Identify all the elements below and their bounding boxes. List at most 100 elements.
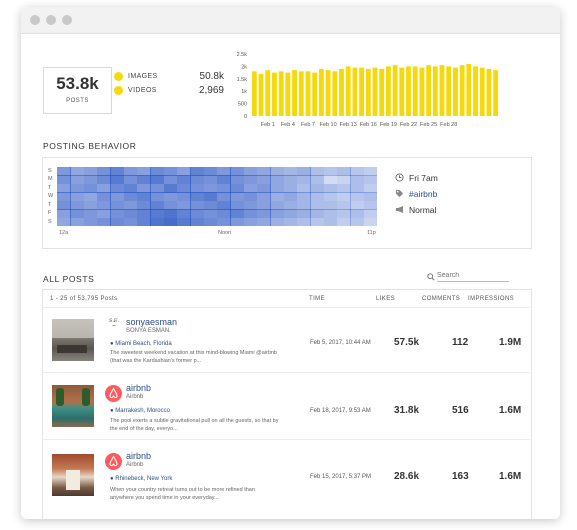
- bar[interactable]: [359, 67, 365, 116]
- heatmap-cell[interactable]: [257, 217, 271, 227]
- heatmap-cell[interactable]: [217, 217, 231, 227]
- post-username[interactable]: sonyaesman: [126, 317, 177, 327]
- bar[interactable]: [339, 68, 344, 116]
- heatmap-cell[interactable]: [337, 217, 351, 227]
- bar[interactable]: [385, 66, 391, 116]
- heatmap-cell[interactable]: [57, 217, 71, 227]
- bar[interactable]: [278, 71, 284, 116]
- heatmap-cell[interactable]: [297, 217, 311, 227]
- bar[interactable]: [426, 65, 432, 116]
- post-username[interactable]: airbnb: [126, 383, 151, 393]
- post-display-name: Airbnb: [126, 462, 144, 468]
- heatmap-cell[interactable]: [203, 217, 218, 227]
- bar[interactable]: [292, 70, 297, 116]
- bar[interactable]: [453, 67, 458, 116]
- bar[interactable]: [446, 66, 452, 116]
- bar[interactable]: [473, 66, 478, 116]
- search-input[interactable]: [437, 269, 509, 282]
- window-titlebar: [21, 7, 560, 34]
- heatmap-cell[interactable]: [283, 217, 298, 227]
- heatmap-cell[interactable]: [270, 217, 285, 227]
- bar[interactable]: [251, 71, 257, 116]
- heatmap-cell[interactable]: [363, 217, 378, 227]
- bar[interactable]: [325, 70, 331, 116]
- bar[interactable]: [486, 68, 492, 116]
- post-location[interactable]: ● Marrakesh, Morocco: [110, 408, 170, 414]
- column-header-impressions[interactable]: IMPRESSIONS: [468, 296, 514, 302]
- bar[interactable]: [318, 68, 324, 116]
- bar[interactable]: [312, 72, 318, 116]
- bar[interactable]: [479, 67, 485, 116]
- bar[interactable]: [459, 65, 465, 116]
- heatmap-cell[interactable]: [137, 217, 151, 227]
- post-likes: 57.5k: [394, 337, 420, 348]
- heatmap-cell[interactable]: [70, 217, 85, 227]
- window-maximize-dot[interactable]: [62, 15, 72, 25]
- table-row[interactable]: S.E. ~ sonyaesman SONYA ESMAN. ● Miami Be…: [42, 308, 530, 372]
- airbnb-avatar[interactable]: [105, 385, 122, 402]
- videos-icon: [114, 86, 123, 95]
- window-minimize-dot[interactable]: [46, 15, 56, 25]
- table-row[interactable]: airbnb Airbnb ● Rhinebeck, New York When…: [42, 440, 530, 510]
- post-location[interactable]: ● Rhinebeck, New York: [110, 476, 172, 482]
- post-thumbnail[interactable]: [52, 385, 94, 427]
- column-header-comments[interactable]: COMMENTS: [422, 296, 460, 302]
- heatmap-cell[interactable]: [310, 217, 325, 227]
- heatmap-cell[interactable]: [323, 217, 338, 227]
- total-posts-label: POSTS: [66, 98, 89, 104]
- heatmap-day-label: S: [48, 218, 52, 225]
- bar[interactable]: [399, 67, 405, 116]
- heatmap-cell[interactable]: [350, 217, 365, 227]
- bar[interactable]: [406, 66, 411, 116]
- posts-range-label: 1 - 25 of 53,795 Posts: [50, 296, 118, 302]
- bar[interactable]: [272, 72, 277, 116]
- airbnb-avatar[interactable]: [105, 453, 122, 470]
- heatmap-cell[interactable]: [150, 217, 165, 227]
- location-pin-icon: ●: [110, 408, 114, 414]
- search-icon[interactable]: [427, 273, 435, 281]
- bar[interactable]: [265, 70, 271, 116]
- column-header-time[interactable]: TIME: [309, 296, 325, 302]
- heatmap-cell[interactable]: [190, 217, 205, 227]
- bar[interactable]: [432, 66, 438, 116]
- post-thumbnail[interactable]: [52, 454, 94, 496]
- megaphone-icon: [396, 206, 403, 213]
- bar[interactable]: [466, 63, 472, 116]
- bar[interactable]: [352, 67, 358, 116]
- dashboard-content: 53.8k POSTS IMAGES 50.8k VIDEOS 2,969 2.…: [21, 34, 560, 519]
- heatmap-cell[interactable]: [177, 217, 191, 227]
- bar[interactable]: [493, 70, 499, 116]
- heatmap-cell[interactable]: [83, 217, 98, 227]
- post-time: Feb 18, 2017, 9:53 AM: [310, 408, 371, 414]
- post-location[interactable]: ● Miami Beach, Florida: [110, 341, 172, 347]
- bar[interactable]: [332, 71, 338, 116]
- heatmap-cell[interactable]: [123, 217, 138, 227]
- table-row[interactable]: airbnb Airbnb ● Marrakesh, Morocco The p…: [42, 373, 530, 439]
- heatmap-cell[interactable]: [97, 217, 111, 227]
- bar[interactable]: [258, 73, 264, 116]
- post-time: Feb 15, 2017, 5:37 PM: [310, 474, 372, 480]
- post-username[interactable]: airbnb: [126, 451, 151, 461]
- post-caption: When your country retreat turns out to b…: [110, 487, 255, 501]
- window-close-dot[interactable]: [30, 15, 40, 25]
- column-header-likes[interactable]: LIKES: [376, 296, 395, 302]
- bar[interactable]: [372, 67, 378, 116]
- heatmap-cell[interactable]: [230, 217, 245, 227]
- bar[interactable]: [365, 68, 371, 116]
- top-hashtag-value[interactable]: #airbnb: [409, 189, 437, 199]
- heatmap-day-label: M: [48, 176, 53, 183]
- bar[interactable]: [439, 65, 445, 116]
- bar[interactable]: [285, 72, 291, 116]
- bar[interactable]: [392, 65, 398, 116]
- heatmap-cell[interactable]: [243, 217, 258, 227]
- thumbnail-detail: [82, 388, 90, 406]
- bar[interactable]: [412, 66, 418, 116]
- heatmap-cell[interactable]: [163, 217, 178, 227]
- heatmap-cell[interactable]: [110, 217, 125, 227]
- bar[interactable]: [305, 71, 311, 116]
- bar[interactable]: [345, 66, 351, 116]
- post-thumbnail[interactable]: [52, 319, 94, 361]
- bar[interactable]: [419, 67, 425, 116]
- bar[interactable]: [379, 68, 385, 116]
- bar[interactable]: [298, 71, 304, 116]
